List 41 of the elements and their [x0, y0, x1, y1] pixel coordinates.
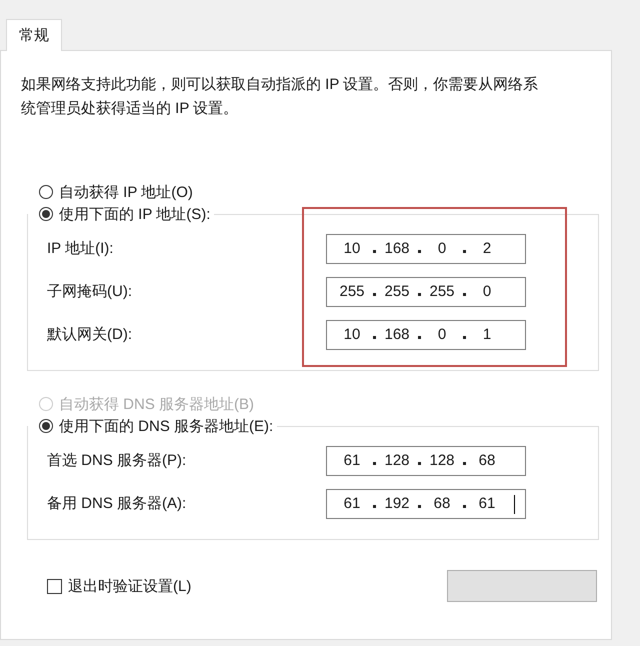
- ip-address-field[interactable]: 61 192 68 61: [326, 488, 526, 518]
- radio-label: 自动获得 DNS 服务器地址(B): [59, 394, 254, 414]
- checkbox-label: 退出时验证设置(L): [68, 576, 192, 596]
- field-label: 备用 DNS 服务器(A):: [47, 494, 188, 513]
- octet-text: 61: [342, 495, 362, 512]
- octet-text: 10: [342, 326, 362, 343]
- description-text: 如果网络支持此功能，则可以获取自动指派的 IP 设置。否则，你需要从网络系统管理员处获得适当的 IP 设置。: [21, 75, 540, 119]
- octet-text: 192: [383, 495, 411, 512]
- field-label: IP 地址(I):: [47, 239, 114, 258]
- ip-address-field[interactable]: 10 168 0 2: [326, 234, 526, 264]
- ip-address-field[interactable]: 255 255 255 0: [326, 276, 526, 306]
- octet-text: 68: [478, 452, 496, 469]
- radio-button[interactable]: [39, 185, 53, 199]
- general-tab[interactable]: 常规: [6, 19, 62, 51]
- radio-button[interactable]: [39, 207, 53, 221]
- checkbox[interactable]: [47, 578, 62, 594]
- octet-text: 128: [383, 452, 411, 469]
- ip-address-field[interactable]: 61 128 128 68: [326, 446, 526, 476]
- field-label: 默认网关(D):: [47, 325, 133, 344]
- octet-text: 255: [338, 283, 366, 300]
- octet-text: 2: [482, 240, 492, 257]
- radio-label: 使用下面的 IP 地址(S):: [59, 204, 210, 224]
- ip-address-field[interactable]: 10 168 0 1: [326, 320, 526, 350]
- octet-text: 255: [383, 283, 411, 300]
- octet-text: 255: [428, 283, 456, 300]
- field-label: 首选 DNS 服务器(P):: [47, 451, 188, 470]
- octet-text: 0: [436, 240, 448, 257]
- radio-label: 自动获得 IP 地址(O): [59, 182, 193, 202]
- octet-text: 168: [383, 240, 411, 257]
- radio-button[interactable]: [39, 419, 53, 433]
- octet-text: 0: [436, 326, 448, 343]
- octet-text: 168: [383, 326, 411, 343]
- octet-text: 0: [482, 283, 492, 300]
- octet-text: 61: [478, 495, 496, 512]
- octet-text: 128: [428, 452, 456, 469]
- octet-text: 61: [342, 452, 362, 469]
- octet-text: 1: [482, 326, 492, 343]
- octet-text: 68: [432, 495, 452, 512]
- octet-text: 10: [342, 240, 362, 257]
- field-label: 子网掩码(U):: [47, 282, 133, 301]
- radio-label: 使用下面的 DNS 服务器地址(E):: [59, 416, 274, 436]
